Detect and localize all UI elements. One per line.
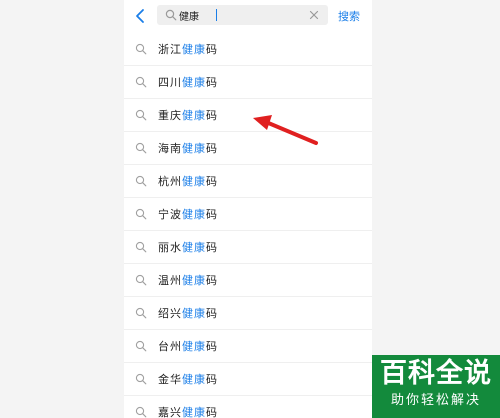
suggestion-highlight: 健康 [182, 340, 206, 353]
suggestion-suffix: 码 [206, 241, 218, 254]
search-icon [135, 406, 147, 418]
suggestion-prefix: 温州 [158, 274, 182, 287]
watermark-subtitle: 助你轻松解决 [390, 393, 481, 408]
suggestion-highlight: 健康 [182, 373, 206, 386]
watermark-title: 百科全说 [380, 358, 492, 389]
suggestion-prefix: 台州 [158, 340, 182, 353]
suggestion-prefix: 绍兴 [158, 307, 182, 320]
suggestion-highlight: 健康 [182, 307, 206, 320]
suggestion-prefix: 重庆 [158, 109, 182, 122]
search-input[interactable] [179, 6, 299, 24]
suggestion-item[interactable]: 四川健康码 [124, 66, 372, 99]
suggestion-prefix: 丽水 [158, 241, 182, 254]
suggestion-suffix: 码 [206, 142, 218, 155]
suggestion-suffix: 码 [206, 340, 218, 353]
suggestion-item[interactable]: 温州健康码 [124, 264, 372, 297]
suggestion-item[interactable]: 金华健康码 [124, 363, 372, 396]
search-icon [135, 340, 147, 352]
phone-screen: 搜索 浙江健康码四川健康码重庆健康码海南健康码杭州健康码宁波健康码丽水健康码温州… [124, 0, 372, 418]
search-icon [135, 43, 147, 55]
suggestion-item[interactable]: 嘉兴健康码 [124, 396, 372, 418]
suggestion-highlight: 健康 [182, 241, 206, 254]
suggestion-suffix: 码 [206, 307, 218, 320]
suggestion-suffix: 码 [206, 406, 218, 418]
suggestion-suffix: 码 [206, 43, 218, 56]
suggestion-label: 四川健康码 [158, 74, 218, 90]
search-icon [135, 373, 147, 385]
suggestion-label: 嘉兴健康码 [158, 404, 218, 418]
search-icon [135, 307, 147, 319]
search-button[interactable]: 搜索 [338, 8, 360, 24]
search-bar: 搜索 [124, 0, 372, 33]
suggestion-highlight: 健康 [182, 208, 206, 221]
suggestion-label: 杭州健康码 [158, 173, 218, 189]
suggestion-label: 宁波健康码 [158, 206, 218, 222]
suggestion-label: 重庆健康码 [158, 107, 218, 123]
suggestion-item[interactable]: 丽水健康码 [124, 231, 372, 264]
suggestion-prefix: 海南 [158, 142, 182, 155]
suggestion-suffix: 码 [206, 175, 218, 188]
search-icon [135, 142, 147, 154]
suggestion-item[interactable]: 重庆健康码 [124, 99, 372, 132]
suggestion-label: 海南健康码 [158, 140, 218, 156]
clear-icon[interactable] [308, 9, 320, 21]
suggestion-prefix: 金华 [158, 373, 182, 386]
suggestion-highlight: 健康 [182, 43, 206, 56]
suggestion-list: 浙江健康码 四川健康码 重庆健康码 海南健康码 杭州健康码 宁波健康码 丽水健康码 温州健康码… [124, 33, 372, 418]
search-icon [135, 76, 147, 88]
suggestion-item[interactable]: 台州健康码 [124, 330, 372, 363]
search-icon [135, 109, 147, 121]
suggestion-label: 绍兴健康码 [158, 305, 218, 321]
suggestion-item[interactable]: 海南健康码 [124, 132, 372, 165]
suggestion-prefix: 四川 [158, 76, 182, 89]
text-caret [216, 9, 217, 21]
back-button[interactable] [133, 6, 147, 26]
suggestion-label: 浙江健康码 [158, 41, 218, 57]
search-icon [165, 9, 177, 21]
suggestion-item[interactable]: 绍兴健康码 [124, 297, 372, 330]
suggestion-label: 丽水健康码 [158, 239, 218, 255]
suggestion-label: 温州健康码 [158, 272, 218, 288]
suggestion-suffix: 码 [206, 109, 218, 122]
suggestion-label: 金华健康码 [158, 371, 218, 387]
suggestion-label: 台州健康码 [158, 338, 218, 354]
suggestion-prefix: 浙江 [158, 43, 182, 56]
search-icon [135, 274, 147, 286]
suggestion-highlight: 健康 [182, 109, 206, 122]
suggestion-suffix: 码 [206, 274, 218, 287]
search-icon [135, 175, 147, 187]
suggestion-item[interactable]: 杭州健康码 [124, 165, 372, 198]
suggestion-highlight: 健康 [182, 175, 206, 188]
search-icon [135, 208, 147, 220]
suggestion-highlight: 健康 [182, 142, 206, 155]
suggestion-item[interactable]: 浙江健康码 [124, 33, 372, 66]
suggestion-highlight: 健康 [182, 76, 206, 89]
suggestion-prefix: 嘉兴 [158, 406, 182, 418]
suggestion-suffix: 码 [206, 373, 218, 386]
suggestion-prefix: 宁波 [158, 208, 182, 221]
arrow-icon [253, 115, 318, 145]
suggestion-highlight: 健康 [182, 406, 206, 418]
watermark-logo: 百科全说 助你轻松解决 [372, 355, 500, 418]
suggestion-item[interactable]: 宁波健康码 [124, 198, 372, 231]
suggestion-prefix: 杭州 [158, 175, 182, 188]
suggestion-highlight: 健康 [182, 274, 206, 287]
suggestion-suffix: 码 [206, 76, 218, 89]
search-box[interactable] [157, 5, 328, 25]
suggestion-suffix: 码 [206, 208, 218, 221]
search-icon [135, 241, 147, 253]
chevron-left-icon [136, 9, 144, 23]
